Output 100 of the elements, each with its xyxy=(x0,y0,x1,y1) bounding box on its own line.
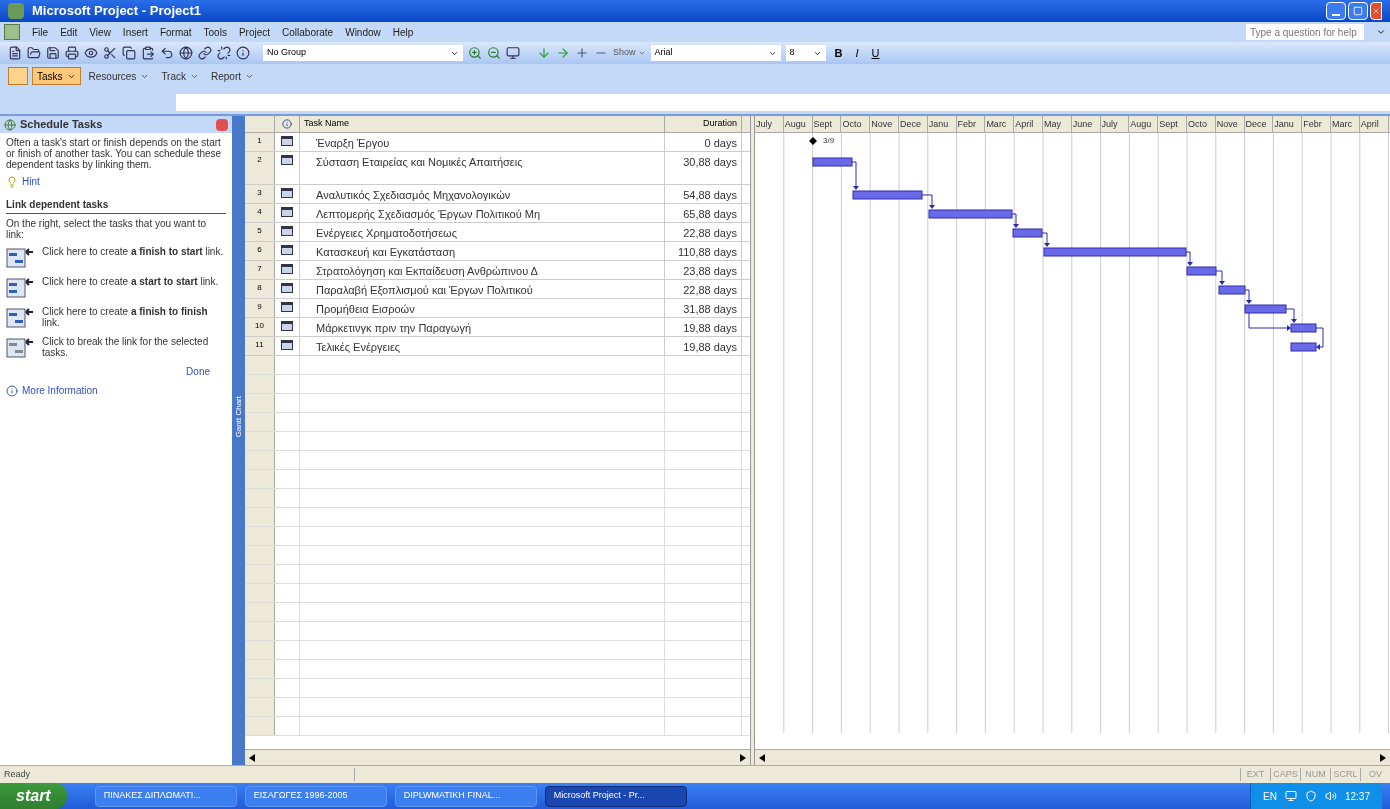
task-row[interactable]: 5 Ενέργειες Χρηματοδοτήσεως 22,88 days xyxy=(245,223,750,242)
guide-tab[interactable]: Tasks xyxy=(32,67,81,85)
menu-item[interactable]: Window xyxy=(345,24,381,40)
bold-button[interactable]: B xyxy=(830,44,847,62)
task-row[interactable]: 1 Έναρξη Έργου 0 days xyxy=(245,133,750,152)
empty-row[interactable] xyxy=(245,679,750,698)
guide-tab[interactable]: Track xyxy=(157,67,203,85)
empty-row[interactable] xyxy=(245,603,750,622)
group-select[interactable]: No Group xyxy=(263,45,463,61)
back-icon[interactable] xyxy=(4,118,16,131)
link-type-icon[interactable] xyxy=(6,306,34,330)
monitor-icon[interactable] xyxy=(1284,790,1297,802)
row-header[interactable] xyxy=(245,432,275,450)
guide-tab[interactable]: Report xyxy=(207,67,259,85)
guide-tab[interactable]: Resources xyxy=(84,67,154,85)
document-icon[interactable] xyxy=(4,24,20,40)
row-header[interactable] xyxy=(245,698,275,716)
row-number[interactable]: 9 xyxy=(245,299,275,317)
menu-item[interactable]: Project xyxy=(238,24,271,40)
row-number[interactable]: 8 xyxy=(245,280,275,298)
done-link[interactable]: Done xyxy=(186,364,210,379)
empty-row[interactable] xyxy=(245,698,750,717)
task-bar[interactable] xyxy=(1290,342,1317,352)
empty-row[interactable] xyxy=(245,451,750,470)
menu-item[interactable]: Format xyxy=(159,24,192,40)
empty-row[interactable] xyxy=(245,375,750,394)
row-header[interactable] xyxy=(245,394,275,412)
guide-icon[interactable] xyxy=(8,67,28,85)
zoom-in-icon[interactable] xyxy=(468,46,482,60)
task-bar[interactable] xyxy=(1290,323,1317,333)
empty-row[interactable] xyxy=(245,356,750,375)
task-row[interactable]: 10 Μάρκετινγκ πριν την Παραγωγή 19,88 days xyxy=(245,318,750,337)
task-bar[interactable] xyxy=(1012,228,1043,238)
printer-icon[interactable] xyxy=(65,46,79,60)
task-row[interactable]: 9 Προμήθεια Εισροών 31,88 days xyxy=(245,299,750,318)
row-number[interactable]: 6 xyxy=(245,242,275,260)
restore-button[interactable] xyxy=(1348,2,1368,20)
scroll-left-icon[interactable] xyxy=(249,753,255,762)
row-number[interactable]: 3 xyxy=(245,185,275,203)
start-button[interactable]: start xyxy=(0,783,67,809)
task-bar[interactable] xyxy=(1218,285,1246,295)
row-number[interactable]: 10 xyxy=(245,318,275,336)
task-bar[interactable] xyxy=(1043,247,1187,257)
empty-row[interactable] xyxy=(245,546,750,565)
empty-row[interactable] xyxy=(245,394,750,413)
task-bar[interactable] xyxy=(1186,266,1217,276)
menu-item[interactable]: File xyxy=(32,24,49,40)
globe-icon[interactable] xyxy=(179,46,193,60)
row-header[interactable] xyxy=(245,451,275,469)
row-header[interactable] xyxy=(245,489,275,507)
task-row[interactable]: 8 Παραλαβή Εξοπλισμού και Έργων Πολιτικού 22,88 days xyxy=(245,280,750,299)
empty-row[interactable] xyxy=(245,413,750,432)
row-number[interactable]: 2 xyxy=(245,152,275,184)
row-header[interactable] xyxy=(245,603,275,621)
empty-row[interactable] xyxy=(245,641,750,660)
row-header[interactable] xyxy=(245,356,275,374)
link-icon[interactable] xyxy=(198,46,212,60)
empty-row[interactable] xyxy=(245,584,750,603)
taskbar-button[interactable]: Microsoft Project - Pr... xyxy=(544,785,687,807)
copy-icon[interactable] xyxy=(122,46,136,60)
column-header[interactable]: Task Name xyxy=(300,116,665,132)
empty-row[interactable] xyxy=(245,527,750,546)
row-header[interactable] xyxy=(245,527,275,545)
save-icon[interactable] xyxy=(46,46,60,60)
underline-button[interactable]: U xyxy=(867,44,884,62)
row-header[interactable] xyxy=(245,679,275,697)
row-header[interactable] xyxy=(245,470,275,488)
task-row[interactable]: 4 Λεπτομερής Σχεδιασμός Έργων Πολιτικού Μη 65,88 days xyxy=(245,204,750,223)
row-number[interactable]: 7 xyxy=(245,261,275,279)
empty-row[interactable] xyxy=(245,470,750,489)
task-bar[interactable] xyxy=(928,209,1013,219)
unlink-icon[interactable] xyxy=(217,46,231,60)
task-bar[interactable] xyxy=(1244,304,1287,314)
menu-item[interactable]: Edit xyxy=(60,24,78,40)
row-header[interactable] xyxy=(245,641,275,659)
task-row[interactable]: 2 Σύσταση Εταιρείας και Νομικές Απαιτήσεις 30,88 days xyxy=(245,152,750,185)
action-link[interactable]: Click here to create a finish to finish link. xyxy=(42,306,226,328)
task-bar[interactable] xyxy=(852,190,923,200)
menu-item[interactable]: View xyxy=(89,24,111,40)
zoom-out-icon[interactable] xyxy=(487,46,501,60)
row-header[interactable] xyxy=(245,622,275,640)
new-icon[interactable] xyxy=(8,46,22,60)
row-header[interactable] xyxy=(245,375,275,393)
italic-button[interactable]: I xyxy=(851,44,863,62)
entry-field[interactable] xyxy=(176,94,1390,111)
menu-item[interactable]: Tools xyxy=(203,24,227,40)
scroll-left-icon[interactable] xyxy=(759,753,765,762)
close-pane-button[interactable] xyxy=(216,118,228,131)
empty-row[interactable] xyxy=(245,489,750,508)
volume-icon[interactable] xyxy=(1324,790,1337,802)
row-number[interactable]: 4 xyxy=(245,204,275,222)
empty-row[interactable] xyxy=(245,508,750,527)
help-search-field[interactable]: Type a question for help xyxy=(1246,24,1364,40)
empty-row[interactable] xyxy=(245,660,750,679)
column-header[interactable]: Duration xyxy=(665,116,742,132)
row-header[interactable] xyxy=(245,584,275,602)
undo-icon[interactable] xyxy=(160,46,174,60)
minimize-button[interactable] xyxy=(1326,2,1346,20)
empty-row[interactable] xyxy=(245,432,750,451)
task-row[interactable]: 3 Αναλυτικός Σχεδιασμός Μηχανολογικών 54,88 days xyxy=(245,185,750,204)
